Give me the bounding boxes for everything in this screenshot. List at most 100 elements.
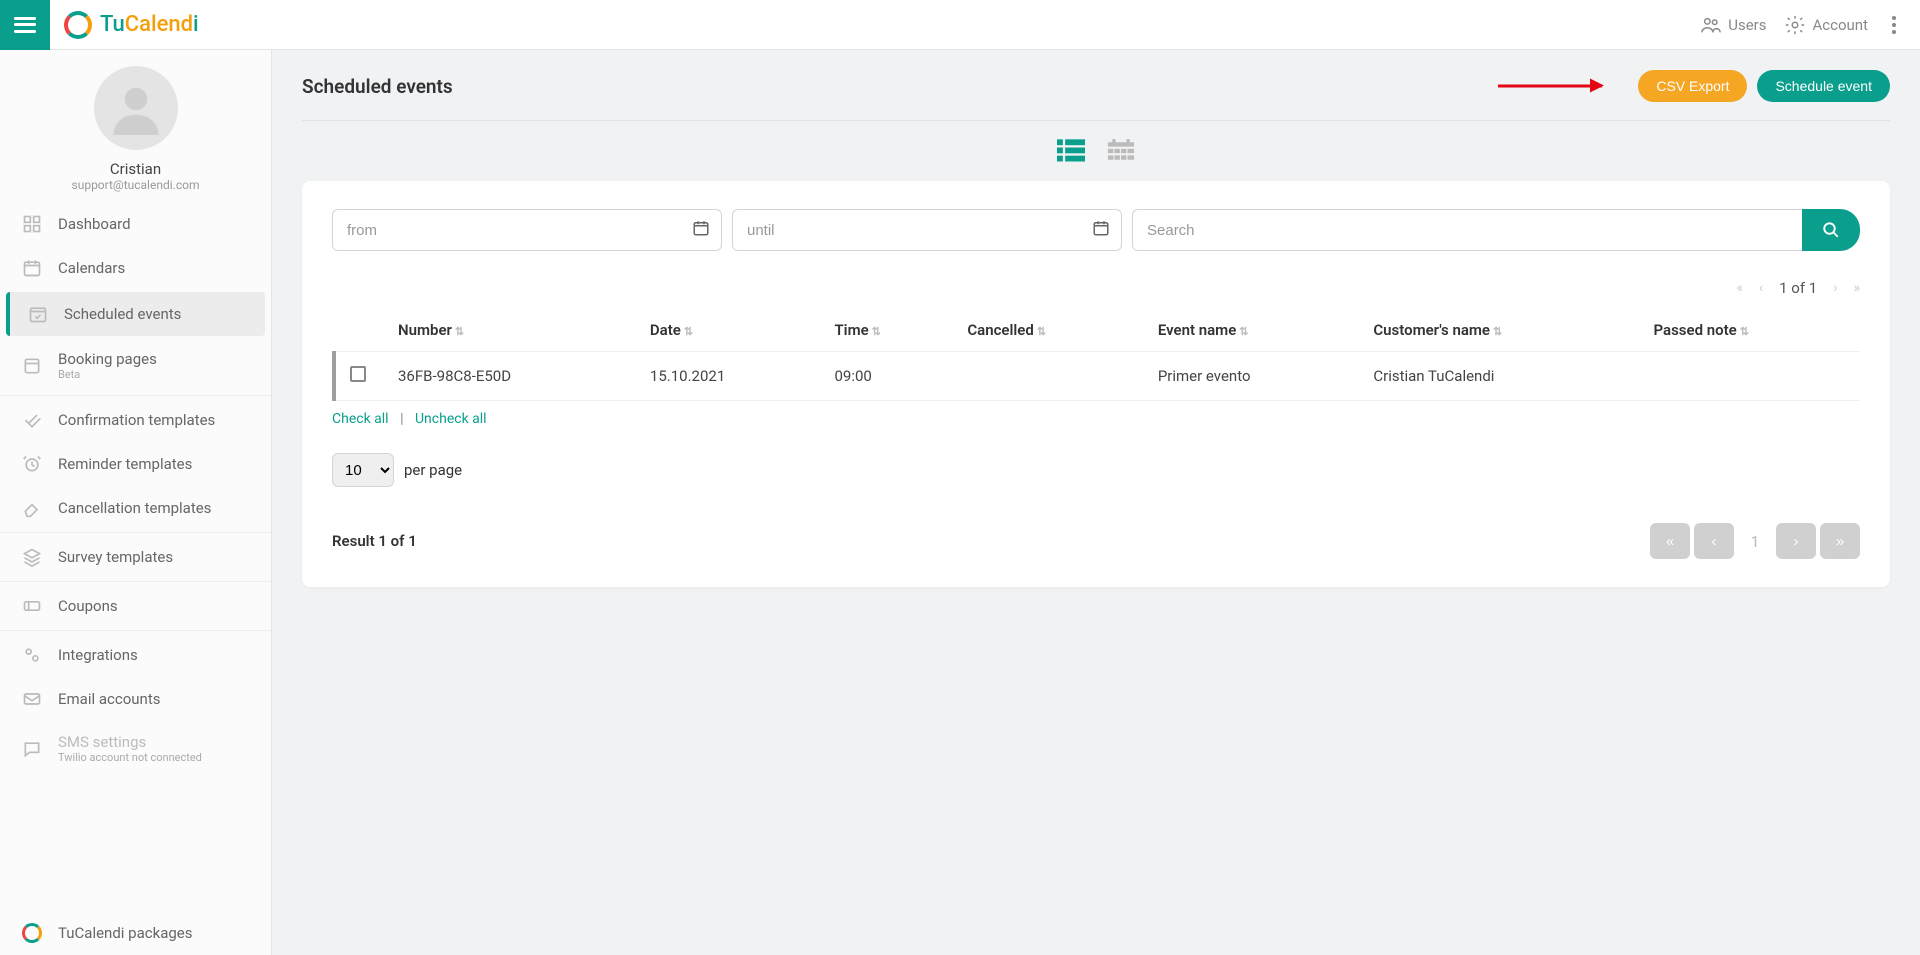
account-link[interactable]: Account	[1784, 14, 1868, 36]
page-icon	[22, 356, 42, 376]
prev-page-button[interactable]: ‹	[1759, 280, 1763, 296]
layers-icon	[22, 547, 42, 567]
sidebar-item-survey-templates[interactable]: Survey templates	[0, 535, 271, 579]
search-input[interactable]	[1132, 209, 1802, 251]
annotation-arrow	[1498, 85, 1602, 88]
brand-text: TuCalendi	[100, 12, 199, 37]
sidebar-item-coupons[interactable]: Coupons	[0, 584, 271, 628]
account-label: Account	[1812, 16, 1868, 34]
csv-export-button[interactable]: CSV Export	[1638, 70, 1747, 102]
event-check-icon	[28, 304, 48, 324]
calendar-icon[interactable]	[1092, 219, 1110, 241]
sidebar-item-calendars[interactable]: Calendars	[0, 246, 271, 290]
sidebar-item-confirmation-templates[interactable]: Confirmation templates	[0, 398, 271, 442]
sidebar-item-label: Coupons	[58, 597, 118, 615]
col-cancelled[interactable]: Cancelled⇅	[953, 309, 1143, 352]
col-date[interactable]: Date⇅	[636, 309, 821, 352]
cell-number: 36FB-98C8-E50D	[384, 352, 636, 401]
cell-date: 15.10.2021	[636, 352, 821, 401]
main-content: Scheduled events CSV Export Schedule eve…	[272, 50, 1920, 955]
sidebar-item-label: Calendars	[58, 259, 125, 277]
sidebar-item-email-accounts[interactable]: Email accounts	[0, 677, 271, 721]
sidebar-item-scheduled-events[interactable]: Scheduled events	[6, 292, 265, 336]
calendar-icon	[22, 258, 42, 278]
until-date-input[interactable]	[732, 209, 1122, 251]
users-link[interactable]: Users	[1700, 14, 1766, 36]
menu-toggle-button[interactable]	[0, 0, 50, 50]
prev-page-button[interactable]: ‹	[1694, 523, 1734, 559]
more-menu-button[interactable]	[1886, 10, 1902, 40]
last-page-button[interactable]: »	[1820, 523, 1860, 559]
logo-icon	[64, 11, 92, 39]
gear-icon	[1784, 14, 1806, 36]
sidebar-item-reminder-templates[interactable]: Reminder templates	[0, 442, 271, 486]
avatar-placeholder-icon	[109, 81, 163, 135]
cell-time: 09:00	[820, 352, 953, 401]
col-time[interactable]: Time⇅	[820, 309, 953, 352]
sidebar-item-label: Confirmation templates	[58, 411, 215, 429]
events-table: Number⇅ Date⇅ Time⇅ Cancelled⇅ Event nam…	[332, 309, 1860, 401]
page-title: Scheduled events	[302, 75, 453, 98]
sidebar-item-label: Survey templates	[58, 548, 173, 566]
profile-block: Cristian support@tucalendi.com	[0, 50, 271, 202]
users-icon	[1700, 14, 1722, 36]
sidebar-item-label: Integrations	[58, 646, 138, 664]
schedule-event-button[interactable]: Schedule event	[1757, 70, 1890, 102]
per-page-label: per page	[404, 461, 462, 479]
cell-cancelled	[953, 352, 1143, 401]
brand-logo[interactable]: TuCalendi	[50, 11, 199, 39]
next-page-button[interactable]: ›	[1776, 523, 1816, 559]
sidebar-item-label: Reminder templates	[58, 455, 192, 473]
avatar[interactable]	[94, 66, 178, 150]
sidebar-item-sms-settings: SMS settings Twilio account not connecte…	[0, 721, 271, 776]
sidebar-item-booking-pages[interactable]: Booking pages Beta	[0, 338, 271, 393]
from-date-input[interactable]	[332, 209, 722, 251]
result-text: Result 1 of 1	[332, 532, 417, 550]
sidebar-item-label: Cancellation templates	[58, 499, 211, 517]
sidebar-item-packages[interactable]: TuCalendi packages	[0, 911, 271, 955]
row-checkbox[interactable]	[350, 366, 366, 382]
current-page: 1	[1738, 532, 1772, 551]
uncheck-all-link[interactable]: Uncheck all	[415, 411, 487, 427]
sidebar-item-label: Booking pages	[58, 350, 157, 368]
search-button[interactable]	[1802, 209, 1860, 251]
list-view-toggle[interactable]	[1057, 139, 1085, 167]
calendar-view-toggle[interactable]	[1107, 139, 1135, 167]
logo-small-icon	[22, 923, 42, 943]
sms-icon	[22, 739, 42, 759]
sms-sublabel: Twilio account not connected	[58, 751, 202, 764]
page-indicator: 1 of 1	[1779, 279, 1817, 297]
mail-icon	[22, 689, 42, 709]
sidebar-item-label: Scheduled events	[64, 305, 181, 323]
hamburger-icon	[14, 17, 36, 33]
col-event[interactable]: Event name⇅	[1144, 309, 1360, 352]
first-page-button[interactable]: «	[1650, 523, 1690, 559]
list-icon	[1057, 139, 1085, 163]
cell-event: Primer evento	[1144, 352, 1360, 401]
cogs-icon	[22, 645, 42, 665]
cell-customer: Cristian TuCalendi	[1359, 352, 1639, 401]
last-page-button[interactable]: »	[1853, 280, 1860, 296]
beta-badge: Beta	[58, 368, 157, 381]
col-customer[interactable]: Customer's name⇅	[1359, 309, 1639, 352]
calendar-icon[interactable]	[692, 219, 710, 241]
pager-top: « ‹ 1 of 1 › »	[332, 279, 1860, 297]
first-page-button[interactable]: «	[1736, 280, 1743, 296]
topbar: TuCalendi Users Account	[0, 0, 1920, 50]
check-all-link[interactable]: Check all	[332, 411, 389, 427]
profile-email: support@tucalendi.com	[10, 178, 261, 192]
users-label: Users	[1728, 16, 1766, 34]
sidebar-item-label: TuCalendi packages	[58, 924, 192, 942]
sidebar-item-dashboard[interactable]: Dashboard	[0, 202, 271, 246]
alarm-icon	[22, 454, 42, 474]
cell-passed	[1639, 352, 1860, 401]
next-page-button[interactable]: ›	[1833, 280, 1837, 296]
col-passed[interactable]: Passed note⇅	[1639, 309, 1860, 352]
sidebar-item-integrations[interactable]: Integrations	[0, 633, 271, 677]
col-number[interactable]: Number⇅	[384, 309, 636, 352]
sidebar-item-cancellation-templates[interactable]: Cancellation templates	[0, 486, 271, 530]
sidebar-item-label: Email accounts	[58, 690, 160, 708]
table-row[interactable]: 36FB-98C8-E50D 15.10.2021 09:00 Primer e…	[334, 352, 1860, 401]
sidebar-item-label: Dashboard	[58, 215, 131, 233]
per-page-select[interactable]: 10	[332, 453, 394, 487]
